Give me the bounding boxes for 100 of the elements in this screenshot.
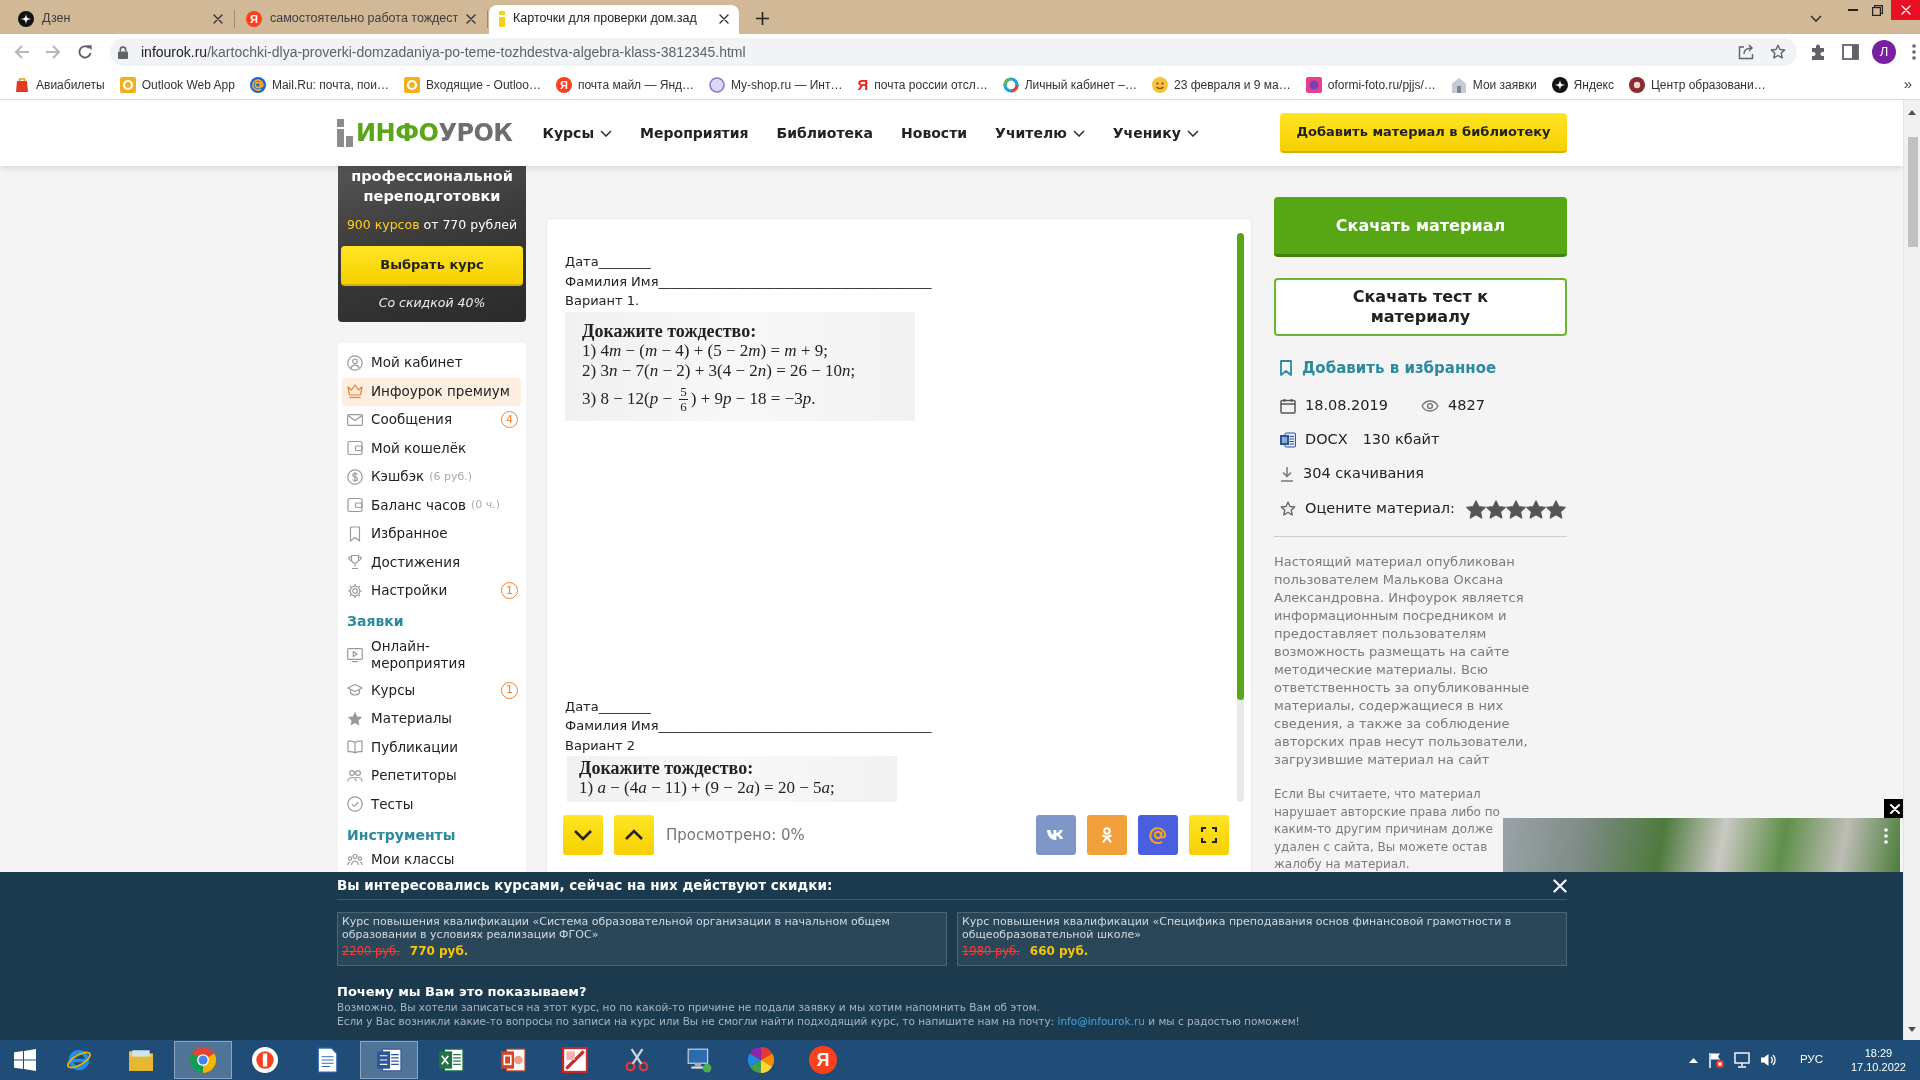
nav-link[interactable]: Ученику xyxy=(1112,125,1199,141)
bookmark-item[interactable]: Личный кабинет –… xyxy=(1002,75,1137,94)
chevron-down-icon[interactable] xyxy=(1810,14,1822,22)
file-format: DOCX xyxy=(1305,430,1348,450)
download-test-button[interactable]: Скачать тест к материалу xyxy=(1274,278,1567,336)
sidebar-item[interactable]: Публикации xyxy=(342,733,521,762)
sidebar-item[interactable]: Тесты xyxy=(342,790,521,819)
restore-icon[interactable] xyxy=(1872,4,1883,16)
page-down-button[interactable] xyxy=(563,815,603,855)
rating-label: Оцените материал: xyxy=(1305,499,1455,519)
sidebar-item[interactable]: Сообщения 4 xyxy=(342,406,521,435)
close-icon[interactable] xyxy=(213,13,223,24)
scroll-down-icon[interactable] xyxy=(1908,1027,1916,1032)
bookmark-item[interactable]: Outlook Web App xyxy=(119,75,235,94)
address-bar[interactable]: infourok.ru/kartochki-dlya-proverki-domzadaniya-po-teme-tozhdestva-algebra-klass-3812345.html xyxy=(110,38,1797,66)
browser-tab[interactable]: Дзен xyxy=(8,5,233,34)
scrollbar-thumb[interactable] xyxy=(1237,233,1244,700)
monitor-icon[interactable] xyxy=(1733,1052,1750,1068)
scrollbar-thumb[interactable] xyxy=(1908,137,1918,247)
nav-link[interactable]: Библиотека xyxy=(776,125,874,141)
fullscreen-button[interactable] xyxy=(1189,815,1229,855)
download-count: 304 скачивания xyxy=(1303,464,1424,484)
taskbar-app[interactable]: Я xyxy=(794,1041,852,1079)
sidebar-item[interactable]: Кэшбэк (6 руб.) xyxy=(342,463,521,492)
sidebar-item[interactable]: Репетиторы xyxy=(342,762,521,791)
share-button[interactable] xyxy=(1036,815,1076,855)
flag-icon[interactable] xyxy=(1707,1052,1724,1068)
page-scrollbar[interactable] xyxy=(1903,100,1920,1040)
profile-avatar[interactable]: Л xyxy=(1872,40,1896,64)
section-heading: Инструменты xyxy=(346,825,457,845)
bookmark-item[interactable]: My-shop.ru — Инт… xyxy=(709,75,843,94)
rating-star-icon[interactable] xyxy=(1485,499,1506,519)
trophy-icon xyxy=(347,554,363,571)
bookmark-item[interactable]: Мои заявки xyxy=(1450,75,1537,94)
clock[interactable]: 18:29 17.10.2022 xyxy=(1850,1046,1906,1074)
sidebar-item[interactable]: Избранное xyxy=(342,520,521,549)
sidebar-item[interactable]: Мои классы xyxy=(342,847,521,868)
star-rating[interactable] xyxy=(1465,499,1566,519)
browser-tab[interactable]: Я самостоятельно работа тождест xyxy=(236,5,486,34)
rating-star-icon[interactable] xyxy=(1545,499,1566,519)
close-icon[interactable] xyxy=(719,13,729,24)
language-indicator[interactable]: РУС xyxy=(1799,1051,1823,1069)
nav-link[interactable]: Учителю xyxy=(995,125,1085,141)
bookmark-item[interactable]: 23 февраля и 9 ма… xyxy=(1151,75,1291,94)
rating-star-icon[interactable] xyxy=(1465,499,1486,519)
bookmark-item[interactable]: Я почта майл — Янд… xyxy=(555,75,695,94)
open-book-icon xyxy=(347,739,363,756)
rating-star-icon[interactable] xyxy=(1505,499,1526,519)
nav-link[interactable]: Курсы xyxy=(542,125,613,141)
email-link[interactable]: info@infourok.ru xyxy=(1057,1015,1145,1027)
more-icon[interactable] xyxy=(1884,828,1888,844)
bookmark-item[interactable]: Авиабилеты xyxy=(14,75,105,94)
slashed-square-icon xyxy=(562,1047,588,1073)
sidebar-item[interactable]: Материалы xyxy=(342,705,521,734)
close-window-button[interactable] xyxy=(1891,0,1920,20)
more-bookmarks[interactable]: » xyxy=(1903,73,1912,96)
sidebar-item[interactable]: Курсы 1 xyxy=(342,676,521,705)
bookmark-item[interactable]: oformi-foto.ru/pjjs/… xyxy=(1305,75,1436,94)
plus-icon[interactable] xyxy=(756,12,769,25)
document-scrollbar[interactable] xyxy=(1237,233,1244,802)
sidebar-item[interactable]: Баланс часов (0 ч.) xyxy=(342,491,521,520)
close-icon xyxy=(1889,803,1900,814)
side-panel-icon[interactable] xyxy=(1842,44,1859,60)
bookmark-item[interactable]: Я почта россии отсл… xyxy=(857,75,988,94)
chevron-down-icon xyxy=(600,129,613,137)
reload-icon[interactable] xyxy=(77,44,93,60)
logo-text[interactable]: ИНФОУРОК xyxy=(356,119,513,147)
share-button[interactable] xyxy=(1138,815,1178,855)
sidebar-item[interactable]: Инфоурок премиум xyxy=(342,377,521,406)
choose-course-button[interactable]: Выбрать курс xyxy=(341,246,523,286)
sidebar-item[interactable]: Онлайн-мероприятия xyxy=(342,633,521,677)
sidebar-item[interactable]: Мой кабинет xyxy=(342,349,521,378)
sidebar-item[interactable]: Мой кошелёк xyxy=(342,434,521,463)
star-outline-icon[interactable] xyxy=(1770,44,1786,60)
chevron-down-icon xyxy=(573,829,593,841)
course-offer[interactable]: Курс повышения квалификации «Специфика преподавания основ финансовой грамотности в общеобразовательной школе» 1980 руб. 660 руб. xyxy=(957,912,1567,966)
sidebar-item[interactable]: Достижения xyxy=(342,548,521,577)
bookmark-item[interactable]: Входящие - Outloo… xyxy=(404,75,541,94)
scroll-up-icon[interactable] xyxy=(1908,110,1916,115)
course-offer[interactable]: Курс повышения квалификации «Система образовательной организации в начальном общем образовании в условиях реализации ФГОС» 2200 руб. 770 руб. xyxy=(337,912,947,966)
bookmark-item[interactable]: Яндекс xyxy=(1551,75,1614,94)
share-icon[interactable] xyxy=(1738,44,1754,60)
at-sign-icon xyxy=(249,76,266,93)
rating-star-icon[interactable] xyxy=(1525,499,1546,519)
more-icon[interactable] xyxy=(1912,44,1916,60)
add-material-button[interactable]: Добавить материал в библиотеку xyxy=(1280,113,1567,153)
nav-link[interactable]: Новости xyxy=(901,125,968,141)
close-video-button[interactable] xyxy=(1884,799,1903,818)
sidebar-item[interactable]: Настройки 1 xyxy=(342,577,521,606)
nav-link[interactable]: Мероприятия xyxy=(640,125,749,141)
page-up-button[interactable] xyxy=(614,815,654,855)
close-icon[interactable] xyxy=(466,13,477,24)
add-to-favorites-link[interactable]: Добавить в избранное xyxy=(1274,357,1567,379)
speaker-icon[interactable] xyxy=(1759,1052,1776,1068)
bookmark-item[interactable]: Mail.Ru: почта, пои… xyxy=(249,75,389,94)
complaint-text: Если Вы считаете, что материал нарушает авторские права либо по каким-то другим причинам долже удален с сайта, Вы можете остав жалобу на материал. xyxy=(1274,786,1501,873)
taskbar-app[interactable] xyxy=(360,1041,418,1079)
caret-up-icon[interactable] xyxy=(1688,1057,1698,1063)
browser-tab[interactable]: Карточки для проверки дом.зад xyxy=(489,5,739,34)
bookmark-item[interactable]: Центр образовани… xyxy=(1628,75,1766,94)
